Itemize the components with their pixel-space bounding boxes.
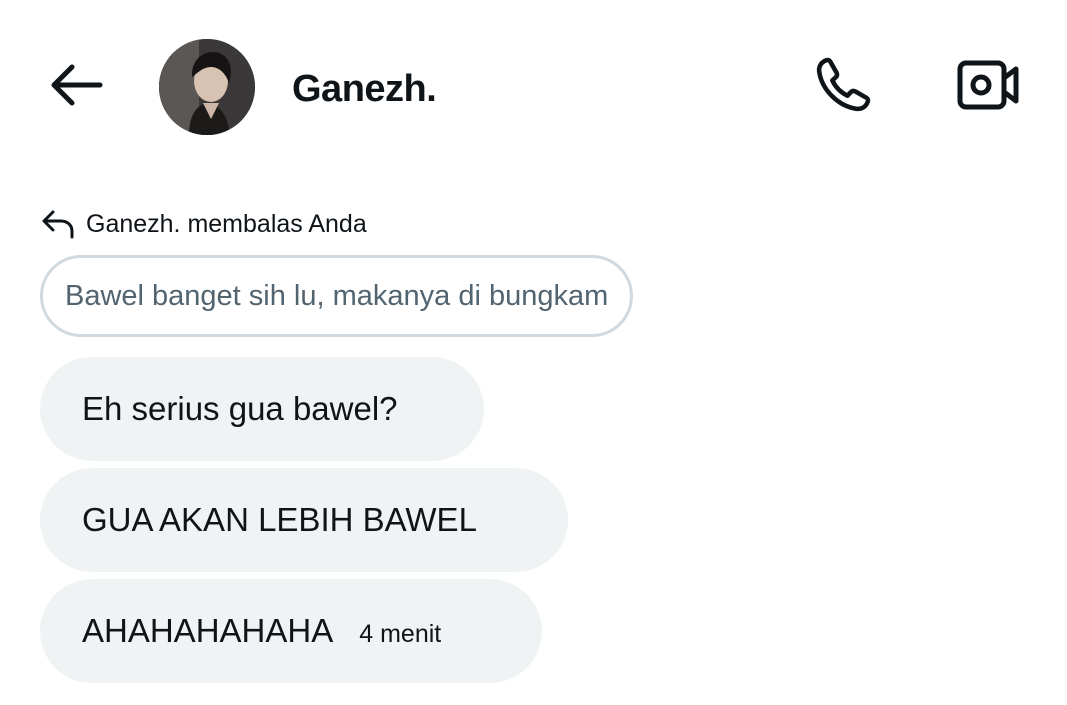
video-call-button[interactable] — [950, 52, 1026, 122]
reply-arrow-icon — [40, 206, 76, 242]
phone-icon — [811, 53, 875, 122]
quoted-message-text: Bawel banget sih lu, makanya di bungkam — [65, 279, 609, 312]
message-text: Eh serius gua bawel? — [82, 390, 398, 427]
voice-call-button[interactable] — [806, 52, 880, 122]
message-bubble[interactable]: Eh serius gua bawel? — [40, 357, 484, 461]
message-timestamp: 4 menit — [359, 619, 442, 648]
video-camera-icon — [956, 59, 1020, 116]
arrow-left-icon — [48, 63, 104, 112]
message-text: GUA AKAN LEBIH BAWEL — [82, 501, 477, 538]
quoted-message[interactable]: Bawel banget sih lu, makanya di bungkam — [40, 255, 634, 337]
message-bubble[interactable]: AHAHAHAHAHA 4 menit — [40, 579, 542, 683]
message-text: AHAHAHAHAHA — [82, 612, 334, 649]
contact-name[interactable]: Ganezh. — [292, 66, 437, 112]
back-button[interactable] — [44, 58, 108, 116]
reply-context-text: Ganezh. membalas Anda — [86, 209, 367, 238]
message-bubble[interactable]: GUA AKAN LEBIH BAWEL — [40, 468, 568, 572]
conversation-header: Ganezh. — [0, 0, 1067, 175]
reply-context: Ganezh. membalas Anda — [40, 205, 367, 243]
avatar[interactable] — [159, 39, 255, 135]
